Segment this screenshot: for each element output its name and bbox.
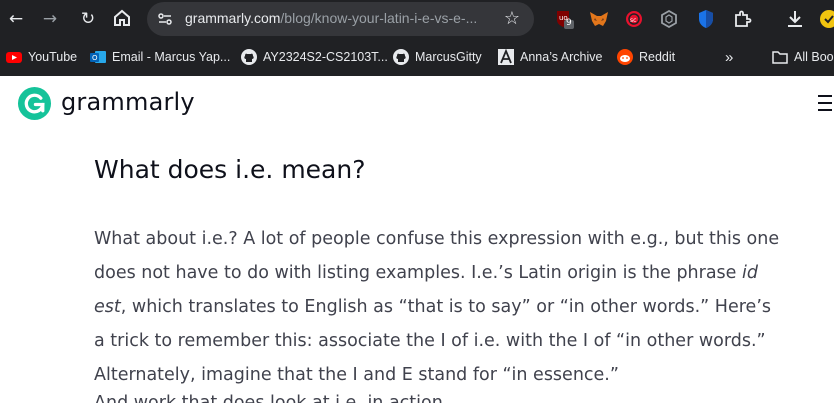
url-host: grammarly.com xyxy=(185,10,281,26)
metamask-icon[interactable] xyxy=(588,8,610,30)
home-icon[interactable] xyxy=(111,8,133,30)
browser-chrome: ← → ↻ grammarly.com/blog/know-your-latin… xyxy=(0,0,834,76)
bookmark-cs2103t[interactable]: AY2324S2-CS2103T... xyxy=(241,48,388,66)
url-path: /blog/know-your-latin-i-e-vs-e-... xyxy=(280,10,478,26)
bookmark-label: All Boo xyxy=(794,50,834,64)
screen-recorder-icon[interactable]: sc xyxy=(623,8,645,30)
bookmark-annas-archive[interactable]: Anna’s Archive xyxy=(498,48,602,66)
bookmark-label: Anna’s Archive xyxy=(520,50,603,64)
bookmark-label: YouTube xyxy=(28,50,78,64)
reload-icon[interactable]: ↻ xyxy=(77,8,99,30)
download-icon[interactable] xyxy=(784,8,806,30)
article-paragraph: What about i.e.? A lot of people confuse… xyxy=(94,222,784,392)
overflow-chevron-icon: » xyxy=(725,48,734,66)
bookmark-label: Reddit xyxy=(639,50,676,64)
paragraph-text-start: What about i.e.? A lot of people confuse… xyxy=(94,229,780,283)
grammarly-logo-icon[interactable] xyxy=(17,86,52,121)
paragraph-text-end: , which translates to English as “that i… xyxy=(94,297,771,385)
section-heading: What does i.e. mean? xyxy=(94,155,366,184)
folder-icon xyxy=(772,51,788,64)
bookmark-all-bookmarks[interactable]: All Boo xyxy=(772,48,834,66)
next-paragraph-partial: And work that does look at i.e. in actio… xyxy=(94,393,449,403)
bookmark-label: AY2324S2-CS2103T... xyxy=(263,50,388,64)
grammarly-wordmark[interactable]: grammarly xyxy=(61,88,195,116)
shield-icon[interactable] xyxy=(695,8,717,30)
back-arrow-icon[interactable]: ← xyxy=(5,8,27,30)
youtube-icon xyxy=(6,52,22,63)
bookmarks-overflow-button[interactable]: » xyxy=(725,48,733,66)
ublock-badge: 9 xyxy=(566,18,572,28)
github-icon xyxy=(393,49,409,65)
site-header: grammarly xyxy=(0,76,834,131)
bookmark-label: Email - Marcus Yap... xyxy=(112,50,231,64)
address-bar[interactable]: grammarly.com/blog/know-your-latin-i-e-v… xyxy=(147,2,534,36)
bookmark-star-icon[interactable]: ☆ xyxy=(504,8,520,29)
ublock-origin-icon[interactable]: uo 9 xyxy=(553,8,575,30)
hexagon-extension-icon[interactable] xyxy=(658,8,680,30)
profile-icon[interactable] xyxy=(818,8,834,30)
bookmark-youtube[interactable]: YouTube xyxy=(6,48,77,66)
forward-arrow-icon[interactable]: → xyxy=(39,8,61,30)
bookmark-marcusgitty[interactable]: MarcusGitty xyxy=(393,48,482,66)
svg-text:sc: sc xyxy=(630,17,636,24)
bookmark-label: MarcusGitty xyxy=(415,50,482,64)
svg-text:O: O xyxy=(92,54,98,62)
github-icon xyxy=(241,49,257,65)
annas-archive-icon xyxy=(498,49,514,65)
site-info-icon[interactable] xyxy=(157,11,173,27)
outlook-icon: O xyxy=(90,51,106,63)
article-body: What does i.e. mean? What about i.e.? A … xyxy=(94,152,784,392)
bookmarks-bar: YouTube O Email - Marcus Yap... AY2324S2… xyxy=(0,38,834,76)
bookmark-reddit[interactable]: Reddit xyxy=(617,48,675,66)
url-text: grammarly.com/blog/know-your-latin-i-e-v… xyxy=(185,10,477,26)
hamburger-menu-icon[interactable] xyxy=(818,95,832,111)
reddit-icon xyxy=(617,49,633,65)
bookmark-email[interactable]: O Email - Marcus Yap... xyxy=(90,48,230,66)
puzzle-icon[interactable] xyxy=(731,8,753,30)
